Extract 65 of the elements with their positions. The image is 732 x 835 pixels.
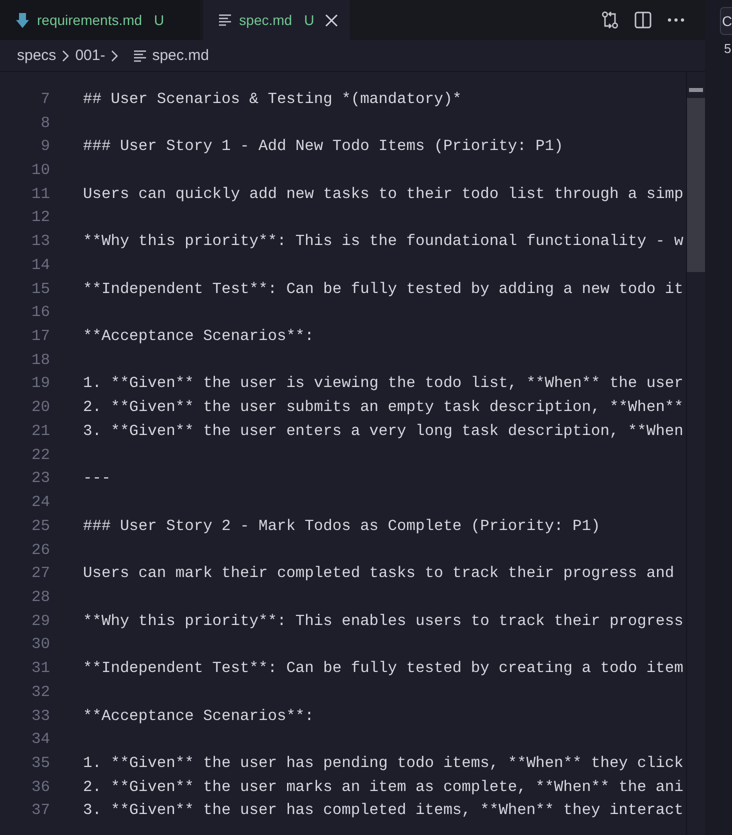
line-number: 12 <box>30 208 50 226</box>
breadcrumb-item[interactable]: spec.md <box>152 47 209 64</box>
line-number: 7 <box>40 90 50 108</box>
line-number: 31 <box>30 659 50 678</box>
line-number: 36 <box>30 778 50 796</box>
code-line: **Independent Test**: Can be fully tested by creating a todo item <box>83 659 684 678</box>
line-number: 11 <box>30 184 50 203</box>
code-line: 3. **Given** the user enters a very long task description, **When <box>83 422 684 440</box>
panel-text: 5 <box>724 41 732 56</box>
line-number: 29 <box>30 612 50 630</box>
line-number: 20 <box>30 398 50 416</box>
line-number: 10 <box>30 161 50 180</box>
code-line: 3. **Given** the user has completed items, **When** they interact <box>83 801 684 820</box>
code-line: **Why this priority**: This enables users to track their progress <box>83 612 684 630</box>
code-line: Users can quickly add new tasks to their todo list through a simp <box>83 184 684 203</box>
git-compare-icon[interactable] <box>601 11 619 29</box>
code-line: 2. **Given** the user marks an item as complete, **When** the ani <box>83 778 684 796</box>
cursor-position-marker <box>689 88 703 92</box>
line-number: 22 <box>30 446 50 464</box>
line-number: 21 <box>30 422 50 440</box>
line-number: 30 <box>30 635 50 654</box>
down-arrow-icon <box>16 12 29 28</box>
chevron-right-icon <box>62 50 70 62</box>
scrollbar-thumb[interactable] <box>687 98 705 272</box>
code-line: 1. **Given** the user is viewing the todo list, **When** the user <box>83 374 684 392</box>
close-icon[interactable] <box>324 14 338 26</box>
code-line: ## User Scenarios & Testing *(mandatory)* <box>83 90 462 108</box>
text-lines-icon <box>219 14 232 26</box>
code-line: **Acceptance Scenarios**: <box>83 706 314 725</box>
line-number: 33 <box>30 706 50 725</box>
line-number: 35 <box>30 754 50 772</box>
code-line: **Why this priority**: This is the foundational functionality - w <box>83 232 684 250</box>
input-field[interactable]: C <box>720 7 732 35</box>
line-number: 24 <box>30 493 50 512</box>
line-number: 15 <box>30 280 50 298</box>
breadcrumb-item[interactable]: specs <box>17 47 56 64</box>
code-line: ### User Story 2 - Mark Todos as Complete (Priority: P1) <box>83 516 600 535</box>
line-number: 18 <box>30 350 50 369</box>
line-number: 13 <box>30 232 50 250</box>
line-number: 19 <box>30 374 50 392</box>
text-lines-icon <box>134 50 146 62</box>
line-number: 34 <box>30 730 50 748</box>
line-number: 28 <box>30 588 50 606</box>
code-line: ### User Story 1 - Add New Todo Items (Priority: P1) <box>83 137 564 156</box>
line-number: 27 <box>30 564 50 582</box>
split-editor-icon[interactable] <box>634 11 652 29</box>
line-number: 16 <box>30 303 50 322</box>
line-number: 17 <box>30 327 50 346</box>
line-number: 26 <box>30 540 50 559</box>
code-line: **Acceptance Scenarios**: <box>83 327 314 346</box>
line-number: 25 <box>30 516 50 535</box>
code-line: --- <box>83 469 111 488</box>
line-number: 9 <box>40 137 50 156</box>
line-number: 32 <box>30 682 50 701</box>
code-line: 1. **Given** the user has pending todo items, **When** they click <box>83 754 684 772</box>
chevron-right-icon <box>111 50 118 62</box>
line-number: 8 <box>40 114 50 132</box>
code-line: Users can mark their completed tasks to track their progress and <box>83 564 674 582</box>
code-line: 2. **Given** the user submits an empty task description, **When** <box>83 398 684 416</box>
code-line: **Independent Test**: Can be fully tested by adding a new todo it <box>83 280 684 298</box>
breadcrumb-item[interactable]: 001- <box>75 47 106 64</box>
line-number: 23 <box>30 469 50 488</box>
line-number: 14 <box>30 256 50 274</box>
editor-tab[interactable]: spec.md U <box>203 0 350 40</box>
line-number: 37 <box>30 801 50 820</box>
